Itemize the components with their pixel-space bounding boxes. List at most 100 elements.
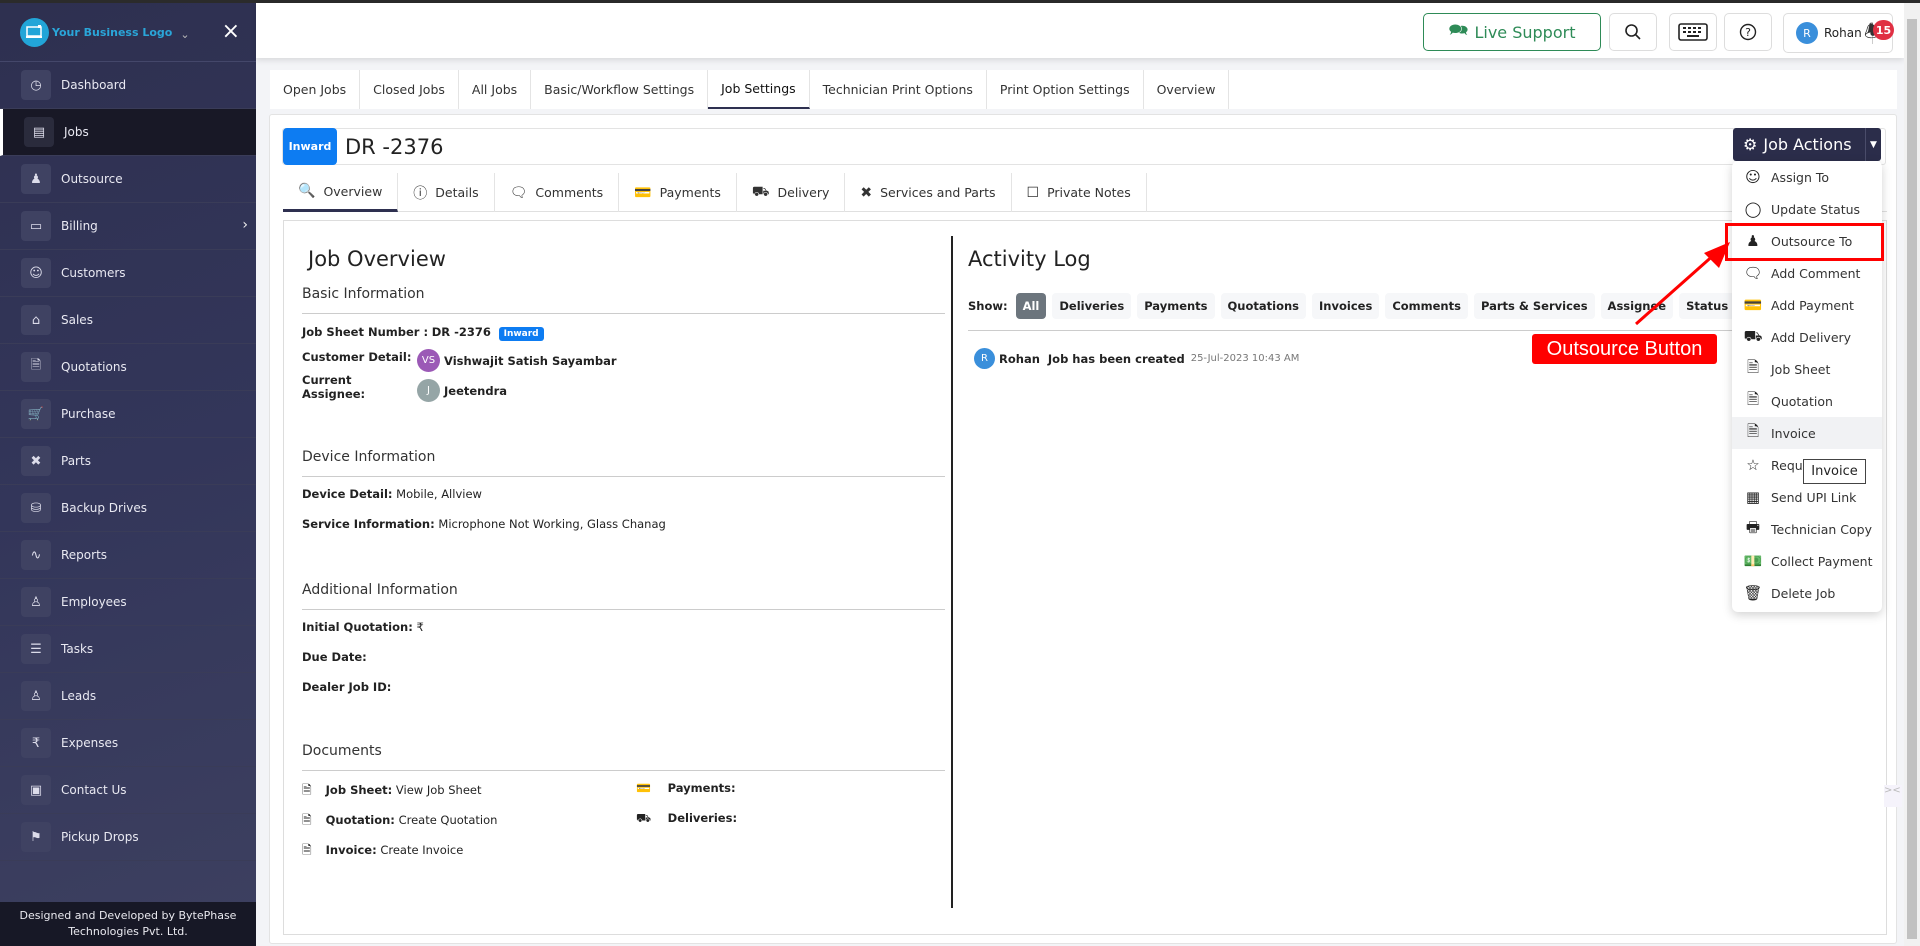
page-scrollbar[interactable] [1904,3,1920,946]
sidebar-item-label: Employees [61,595,127,609]
tab-job-settings[interactable]: Job Settings [708,70,810,109]
sidebar-item-label: Quotations [61,360,127,374]
job-actions-button[interactable]: ⚙ Job Actions ▼ [1733,128,1881,161]
tab-closed-jobs[interactable]: Closed Jobs [360,70,459,109]
service-info-label: Service Information: [302,517,435,531]
menu-item-label: Delete Job [1771,585,1836,601]
filter-parts-services[interactable]: Parts & Services [1473,293,1595,319]
tab-open-jobs[interactable]: Open Jobs [270,70,361,109]
doc-deliveries-label: Deliveries: [667,811,738,825]
menu-item-send-upi-link[interactable]: ▦ Send UPI Link [1732,481,1882,513]
sidebar-item-contact-us[interactable]: ▣ Contact Us [0,767,256,814]
sidebar-item-label: Expenses [61,736,119,750]
sidebar-item-jobs[interactable]: ▤ Jobs [0,109,256,156]
doc-payments: 💳 Payments: [636,781,736,795]
activity-filters: Show: All Deliveries Payments Quotations Inv… [968,293,1741,319]
pickup-icon: ⚑ [21,822,51,852]
chevron-down-icon[interactable]: ⌄ [180,28,189,41]
caret-down-icon[interactable]: ▼ [1865,128,1881,161]
create-quotation-link[interactable]: Create Quotation [399,813,498,827]
sidebar-item-expenses[interactable]: ₹ Expenses [0,720,256,767]
keyboard-shortcuts-button[interactable] [1669,13,1717,51]
sidebar-item-backup-drives[interactable]: ⛁ Backup Drives [0,485,256,532]
menu-item-add-payment[interactable]: 💳 Add Payment [1732,289,1882,321]
business-logo-icon[interactable] [20,17,49,47]
subtab-delivery[interactable]: ⛟ Delivery [737,173,846,212]
subtab-private-notes[interactable]: ☐ Private Notes [1012,173,1147,212]
sidebar-item-dashboard[interactable]: ◷ Dashboard [0,62,256,109]
subtab-overview[interactable]: 🔍 Overview [283,173,399,212]
menu-item-technician-copy[interactable]: 🖶 Technician Copy [1732,513,1882,545]
view-job-sheet-link[interactable]: View Job Sheet [396,783,482,797]
sidebar-item-billing[interactable]: ▭ Billing › [0,203,256,250]
filter-comments[interactable]: Comments [1385,293,1468,319]
notification-count-badge[interactable]: 15 [1873,20,1894,40]
menu-item-label: Add Payment [1771,297,1854,313]
menu-item-add-delivery[interactable]: ⛟ Add Delivery [1732,321,1882,353]
activity-user-avatar: R [974,348,995,369]
assignee-name[interactable]: Jeetendra [444,384,507,398]
gear-icon: ⚙ [1743,135,1758,154]
search-button[interactable] [1609,13,1657,51]
subtab-label: Payments [659,185,721,200]
sidebar-item-customers[interactable]: ☺ Customers [0,250,256,297]
customer-name[interactable]: Vishwajit Satish Sayambar [444,354,617,368]
subtab-comments[interactable]: 🗨 Comments [495,173,620,212]
sidebar-item-purchase[interactable]: 🛒 Purchase [0,391,256,438]
divider [302,313,945,314]
live-support-button[interactable]: 🗪 Live Support [1423,13,1601,51]
sidebar-item-parts[interactable]: ✖ Parts [0,438,256,485]
invoice-icon: 🗎 [302,843,312,857]
sidebar-item-tasks[interactable]: ☰ Tasks [0,626,256,673]
filter-payments[interactable]: Payments [1137,293,1215,319]
sidebar-item-sales[interactable]: ⌂ Sales [0,297,256,344]
help-button[interactable]: ? [1724,13,1772,51]
menu-item-job-sheet[interactable]: 🗎 Job Sheet [1732,353,1882,385]
doc-deliveries: ⛟ Deliveries: [636,811,737,827]
business-logo-text[interactable]: Your Business Logo [52,26,172,39]
filter-deliveries[interactable]: Deliveries [1052,293,1132,319]
sidebar-item-reports[interactable]: ∿ Reports [0,532,256,579]
main-tabs: Open Jobs Closed Jobs All Jobs Basic/Workfl… [270,70,1897,109]
tab-basic-workflow-settings[interactable]: Basic/Workflow Settings [531,70,709,109]
doc-payments-label: Payments: [667,781,736,795]
sidebar-item-employees[interactable]: ♙ Employees [0,579,256,626]
sidebar-item-leads[interactable]: ♙ Leads [0,673,256,720]
sidebar-item-outsource[interactable]: ♟ Outsource [0,156,256,203]
menu-item-collect-payment[interactable]: 💵 Collect Payment [1732,545,1882,577]
filter-invoices[interactable]: Invoices [1312,293,1380,319]
sidebar-item-pickup-drops[interactable]: ⚑ Pickup Drops [0,814,256,861]
menu-item-invoice[interactable]: 🗎 Invoice [1732,417,1882,449]
initial-quotation-label: Initial Quotation: [302,620,413,634]
collapse-widget-icon[interactable]: >< [1884,785,1902,807]
create-invoice-link[interactable]: Create Invoice [380,843,463,857]
menu-item-assign-to[interactable]: ☺ Assign To [1732,161,1882,193]
close-sidebar-icon[interactable]: × [222,21,240,43]
tab-technician-print-options[interactable]: Technician Print Options [810,70,987,109]
due-date-row: Due Date: [302,650,367,664]
scrollbar-thumb[interactable] [1907,19,1917,939]
note-icon: ☐ [1026,184,1040,201]
menu-item-add-comment[interactable]: 🗨 Add Comment [1732,257,1882,289]
tab-all-jobs[interactable]: All Jobs [459,70,532,109]
outsource-icon: ♟ [21,164,51,194]
job-actions-label: Job Actions [1763,135,1852,154]
subtab-payments[interactable]: 💳 Payments [619,173,737,212]
subtab-details[interactable]: ⓘ Details [398,173,495,212]
sidebar-item-label: Pickup Drops [61,830,139,844]
tab-print-option-settings[interactable]: Print Option Settings [987,70,1144,109]
subtab-services-and-parts[interactable]: ✖ Services and Parts [845,173,1012,212]
filter-quotations[interactable]: Quotations [1220,293,1307,319]
users-icon: ☺ [1745,168,1761,186]
live-support-label: Live Support [1474,22,1576,42]
dealer-job-id-row: Dealer Job ID: [302,680,391,694]
menu-item-quotation[interactable]: 🗎 Quotation [1732,385,1882,417]
menu-item-delete-job[interactable]: 🗑 Delete Job [1732,577,1882,609]
subtab-label: Comments [535,185,604,200]
filter-all[interactable]: All [1015,293,1047,319]
job-overview-title: Job Overview [308,247,446,271]
menu-item-update-status[interactable]: ◯ Update Status [1732,193,1882,225]
sidebar-item-quotations[interactable]: 🗎 Quotations [0,344,256,391]
tab-overview[interactable]: Overview [1144,70,1230,109]
file-icon: 🗎 [1746,357,1760,376]
